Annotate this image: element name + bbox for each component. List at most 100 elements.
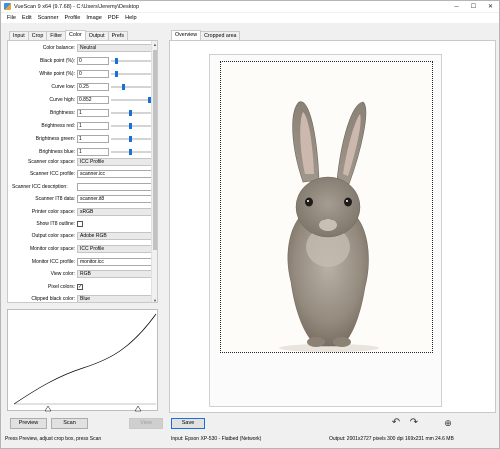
scanner-color-space-label: Scanner color space: — [28, 159, 75, 165]
scanner-color-space-row: Scanner color space: ICC Profile — [8, 157, 157, 167]
scanner-it8-data-row: Scanner IT8 data: scanner.it8 — [8, 194, 157, 204]
brightness-slider-thumb[interactable] — [128, 110, 132, 116]
save-button[interactable]: Save — [171, 418, 205, 429]
brightness-blue-label: Brightness blue: — [39, 149, 75, 155]
output-color-space-select[interactable]: Adobe RGB — [77, 231, 157, 240]
rotate-left-icon[interactable]: ↶ — [391, 418, 401, 428]
tab-prefs[interactable]: Prefs — [107, 31, 128, 40]
monitor-icc-profile-select[interactable]: monitor.icc — [77, 257, 157, 266]
vuescan-window: VueScan 9 x64 (9.7.68) - C:\Users\Jeremy… — [0, 0, 500, 449]
menu-file[interactable]: File — [4, 15, 19, 21]
black-point-input[interactable]: 0 — [77, 57, 109, 65]
rabbit-image — [279, 101, 379, 352]
preview-button[interactable]: Preview — [10, 418, 47, 429]
brightness-blue-input[interactable]: 1 — [77, 148, 109, 156]
pixel-colors-checkbox[interactable]: ✓ — [77, 284, 83, 290]
brightness-row: Brightness: 1 — [8, 109, 157, 118]
curve-low-handle-icon[interactable] — [44, 405, 52, 412]
scanner-icc-profile-select[interactable]: scanner.icc — [77, 169, 157, 178]
window-title: VueScan 9 x64 (9.7.68) - C:\Users\Jeremy… — [14, 3, 140, 10]
brightness-blue-slider-thumb[interactable] — [128, 149, 132, 155]
view-color-row: View color: RGB — [8, 269, 157, 279]
tab-overview[interactable]: Overview — [171, 30, 202, 40]
brightness-red-row: Brightness red: 1 — [8, 122, 157, 131]
color-balance-select[interactable]: Neutral — [77, 43, 157, 52]
clipped-black-color-row: Clipped black color: Blue — [8, 294, 157, 302]
curve-low-input[interactable]: 0.25 — [77, 83, 109, 91]
zoom-in-icon[interactable]: ⊕ — [443, 418, 453, 428]
vuescan-app-icon — [4, 3, 11, 10]
menu-pdf[interactable]: PDF — [105, 15, 122, 21]
scanner-it8-data-select[interactable]: scanner.it8 — [77, 194, 157, 203]
status-bar: Press Preview, adjust crop box, press Sc… — [1, 434, 499, 444]
printer-color-space-label: Printer color space: — [31, 209, 75, 215]
monitor-icc-profile-label: Monitor ICC profile: — [31, 259, 75, 265]
minimize-icon[interactable]: ─ — [448, 1, 465, 12]
menu-profile[interactable]: Profile — [62, 15, 84, 21]
scanner-icc-description-input[interactable] — [77, 183, 157, 191]
color-balance-row: Color balance: Neutral — [8, 43, 157, 53]
output-color-space-label: Output color space: — [31, 233, 75, 239]
crop-box[interactable] — [220, 61, 433, 353]
status-instructions: Press Preview, adjust crop box, press Sc… — [5, 436, 102, 442]
curve-low-slider-thumb[interactable] — [122, 84, 125, 90]
white-point-input[interactable]: 0 — [77, 70, 109, 78]
pixel-colors-row: Pixel colors: ✓ — [8, 283, 157, 292]
maximize-icon[interactable]: ☐ — [465, 1, 482, 12]
curve-high-row: Curve high: 0.852 — [8, 96, 157, 105]
brightness-red-input[interactable]: 1 — [77, 122, 109, 130]
brightness-green-slider-thumb[interactable] — [128, 136, 132, 142]
view-color-select[interactable]: RGB — [77, 269, 157, 278]
curve-high-handle-icon[interactable] — [134, 405, 142, 412]
menu-edit[interactable]: Edit — [19, 15, 35, 21]
printer-color-space-select[interactable]: sRGB — [77, 207, 157, 216]
curve-high-input[interactable]: 0.852 — [77, 96, 109, 104]
scan-button[interactable]: Scan — [51, 418, 88, 429]
curve-low-label: Curve low: — [51, 84, 75, 90]
black-point-label: Black point (%): — [39, 58, 75, 64]
status-input-device: Input: Epson XP-530 - Flatbed (Network) — [171, 436, 262, 442]
show-it8-outline-checkbox[interactable] — [77, 221, 83, 227]
preview-tabs: Overview Cropped area — [171, 30, 241, 40]
menu-image[interactable]: Image — [83, 15, 105, 21]
color-settings-panel: Color balance: Neutral Black point (%): … — [7, 40, 158, 303]
brightness-green-input[interactable]: 1 — [77, 135, 109, 143]
monitor-color-space-select[interactable]: ICC Profile — [77, 244, 157, 253]
brightness-green-label: Brightness green: — [35, 136, 75, 142]
view-color-label: View color: — [50, 271, 75, 277]
output-color-space-row: Output color space: Adobe RGB — [8, 231, 157, 241]
brightness-label: Brightness: — [49, 110, 75, 116]
window-controls: ─ ☐ ✕ — [448, 1, 499, 12]
menu-scanner[interactable]: Scanner — [35, 15, 62, 21]
tab-filter[interactable]: Filter — [46, 31, 67, 40]
tab-cropped-area[interactable]: Cropped area — [200, 31, 241, 40]
brightness-green-row: Brightness green: 1 — [8, 135, 157, 144]
view-button[interactable]: View — [129, 418, 163, 429]
scroll-down-icon[interactable]: ▼ — [152, 298, 157, 302]
curve-graph[interactable] — [7, 309, 158, 412]
tab-output[interactable]: Output — [84, 31, 109, 40]
tab-input[interactable]: Input — [9, 31, 29, 40]
curve-high-label: Curve high: — [49, 97, 75, 103]
scanner-icc-profile-label: Scanner ICC profile: — [29, 171, 75, 177]
tab-color[interactable]: Color — [65, 30, 86, 40]
scanner-icc-description-label: Scanner ICC description: — [12, 184, 68, 190]
black-point-slider-thumb[interactable] — [114, 58, 118, 64]
curve-low-row: Curve low: 0.25 — [8, 83, 157, 92]
brightness-input[interactable]: 1 — [77, 109, 109, 117]
clipped-black-color-select[interactable]: Blue — [77, 294, 157, 302]
scanner-it8-data-label: Scanner IT8 data: — [35, 196, 75, 202]
brightness-red-label: Brightness red: — [41, 123, 75, 129]
tab-crop[interactable]: Crop — [27, 31, 48, 40]
pixel-colors-label: Pixel colors: — [48, 284, 75, 290]
curve-graph-svg — [13, 313, 157, 412]
menu-help[interactable]: Help — [122, 15, 140, 21]
settings-scrollbar[interactable]: ▲ ▼ — [151, 41, 157, 302]
close-icon[interactable]: ✕ — [482, 1, 499, 12]
rotate-right-icon[interactable]: ↷ — [409, 418, 419, 428]
brightness-red-slider-thumb[interactable] — [128, 123, 132, 129]
settings-scrollbar-thumb[interactable] — [153, 50, 157, 250]
scanner-color-space-select[interactable]: ICC Profile — [77, 157, 157, 166]
scroll-up-icon[interactable]: ▲ — [152, 42, 157, 47]
white-point-slider-thumb[interactable] — [114, 71, 118, 77]
